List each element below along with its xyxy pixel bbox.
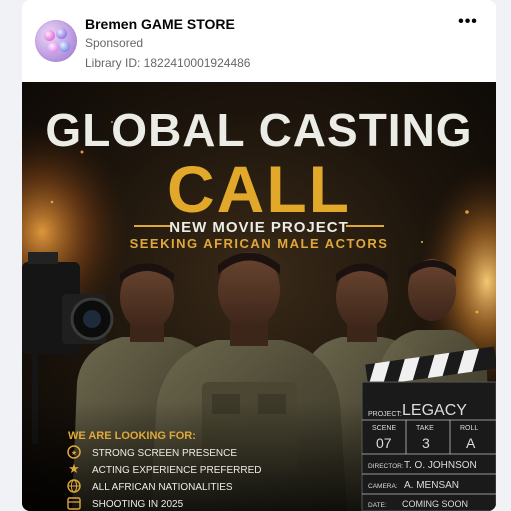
more-horizontal-icon[interactable]: •••	[454, 10, 482, 34]
requirement-text: SHOOTING IN 2025	[92, 499, 184, 510]
clapper-date-label: DATE:	[368, 502, 387, 509]
avatar-orb	[56, 28, 67, 39]
clapper-roll-value: A	[466, 435, 476, 451]
clapper-scene-label: SCENE	[372, 425, 396, 432]
poster-title-line2: CALL	[167, 152, 351, 226]
clapper-date-value: COMING SOON	[402, 499, 468, 509]
page-name-link[interactable]: Bremen GAME STORE	[85, 16, 235, 32]
ad-creative-image[interactable]: GLOBAL CASTING CALL NEW MOVIE PROJECT SE…	[22, 82, 496, 511]
clapper-take-label: TAKE	[416, 425, 434, 432]
clapper-director-value: T. O. JOHNSON	[404, 460, 477, 471]
poster-tagline: SEEKING AFRICAN MALE ACTORS	[130, 236, 389, 251]
clapper-roll-label: ROLL	[460, 425, 478, 432]
clapper-camera-value: A. MENSAN	[404, 480, 459, 491]
clapper-take-value: 3	[422, 435, 430, 451]
looking-for-heading: WE ARE LOOKING FOR:	[68, 430, 196, 442]
clapper-director-label: DIRECTOR:	[368, 463, 404, 470]
avatar-orb	[44, 30, 55, 41]
casting-poster: GLOBAL CASTING CALL NEW MOVIE PROJECT SE…	[22, 82, 496, 511]
clapper-scene-value: 07	[376, 435, 392, 451]
post-header: Bremen GAME STORE Sponsored Library ID: …	[22, 0, 496, 82]
star-badge-glyph: ★	[71, 449, 77, 457]
clapperboard: PROJECT: LEGACY SCENE 07 TAKE 3 ROLL A D…	[361, 346, 496, 511]
avatar-orb	[59, 41, 70, 52]
requirement-text: ALL AFRICAN NATIONALITIES	[92, 482, 233, 493]
requirement-item: ★ STRONG SCREEN PRESENCE	[67, 445, 237, 459]
requirement-text: ACTING EXPERIENCE PREFERRED	[92, 465, 261, 476]
requirement-text: STRONG SCREEN PRESENCE	[92, 448, 237, 459]
star-icon: ★	[68, 462, 80, 477]
ad-post-card: Bremen GAME STORE Sponsored Library ID: …	[22, 0, 496, 511]
avatar-orb	[48, 42, 59, 53]
clapper-camera-label: CAMERA:	[368, 483, 398, 490]
sponsored-label: Sponsored	[85, 36, 144, 50]
requirement-item: ★ ACTING EXPERIENCE PREFERRED	[68, 462, 261, 477]
poster-subtitle: NEW MOVIE PROJECT	[169, 219, 349, 236]
page-avatar[interactable]	[35, 20, 77, 62]
requirement-item: ALL AFRICAN NATIONALITIES	[67, 479, 233, 493]
library-id: Library ID: 1822410001924486	[85, 56, 251, 70]
clapper-project-label: PROJECT:	[368, 411, 402, 418]
poster-title-line1: GLOBAL CASTING	[45, 104, 472, 156]
clapper-project-value: LEGACY	[402, 402, 467, 419]
